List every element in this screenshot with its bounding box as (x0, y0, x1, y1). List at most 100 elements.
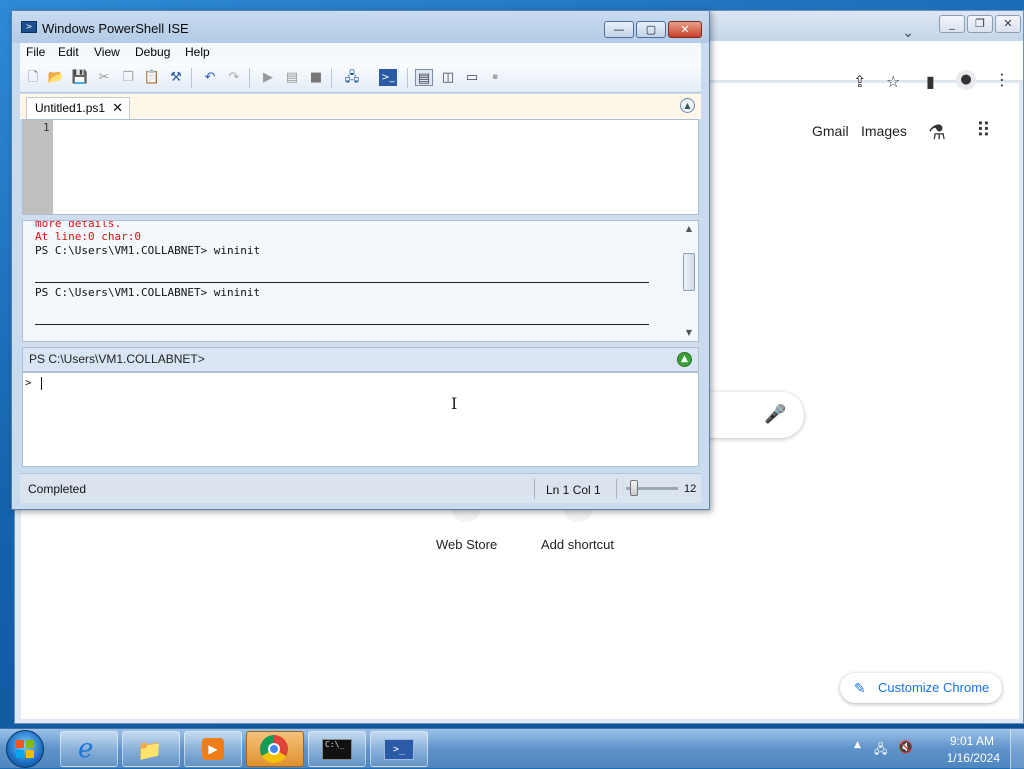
cursor-position: Ln 1 Col 1 (546, 483, 601, 497)
output-rule (35, 324, 649, 325)
taskbar-command-prompt[interactable]: C:\_ (308, 731, 366, 767)
powershell-ise-window[interactable]: > Windows PowerShell ISE — ▢ ✕ File Edit… (11, 10, 710, 510)
clock-time[interactable]: 9:01 AM (950, 734, 994, 748)
menu-view[interactable]: View (94, 45, 120, 59)
windows-logo-icon (16, 740, 34, 758)
arrow-up-icon[interactable]: ▲ (677, 352, 692, 367)
chevron-up-icon[interactable]: ▲ (680, 98, 695, 113)
taskbar-chrome[interactable] (246, 731, 304, 767)
toolbar-separator (249, 68, 250, 88)
clear-console-icon[interactable]: ⚒ (167, 69, 185, 86)
internet-explorer-icon: e (78, 734, 94, 764)
media-player-icon: ▶ (202, 738, 224, 760)
star-icon[interactable]: ☆ (886, 72, 900, 91)
shortcut-add-label[interactable]: Add shortcut (541, 537, 614, 552)
apps-grid-icon[interactable]: ⠿ (976, 118, 991, 142)
output-line: At line:0 char:0 (35, 230, 141, 243)
clock-date[interactable]: 1/16/2024 (947, 751, 1000, 765)
tray-expand-icon[interactable]: ▲ (854, 740, 861, 750)
taskbar-internet-explorer[interactable]: e (60, 731, 118, 767)
layout-max-icon[interactable]: ▭ (463, 69, 481, 86)
tab-untitled1[interactable]: Untitled1.ps1 ✕ (26, 97, 130, 119)
profile-icon[interactable]: ● (956, 70, 976, 90)
status-text: Completed (28, 482, 87, 496)
powershell-console-icon[interactable]: >_ (379, 69, 397, 86)
start-button[interactable] (6, 730, 44, 768)
chrome-icon (260, 735, 288, 763)
share-icon[interactable]: ⇪ (853, 72, 866, 91)
taskbar-file-explorer[interactable]: 📁 (122, 731, 180, 767)
script-tab-bar: Untitled1.ps1 ✕ ▲ (20, 94, 701, 119)
images-link[interactable]: Images (861, 123, 907, 139)
menu-help[interactable]: Help (185, 45, 210, 59)
close-button[interactable]: ✕ (668, 21, 702, 38)
script-editor[interactable]: 1 (22, 119, 699, 215)
window-title: Windows PowerShell ISE (42, 21, 189, 36)
taskbar-media-player[interactable]: ▶ (184, 731, 242, 767)
run-script-icon[interactable]: ▶ (259, 69, 277, 86)
layout-right-icon[interactable]: ◫ (439, 69, 457, 86)
chrome-restore-button[interactable]: ❐ (967, 15, 993, 33)
menu-edit[interactable]: Edit (58, 45, 79, 59)
scroll-thumb[interactable] (683, 253, 695, 291)
output-pane[interactable]: more details. At line:0 char:0 PS C:\Use… (22, 220, 699, 342)
save-icon[interactable]: 💾 (71, 69, 89, 86)
taskbar: e 📁 ▶ C:\_ >_ ▲ 🖧 🔇 9:01 AM 1/16/2024 (0, 728, 1024, 769)
ise-titlebar[interactable]: > Windows PowerShell ISE — ▢ ✕ (12, 11, 709, 43)
powershell-icon: > (21, 21, 37, 33)
microphone-icon[interactable]: 🎤 (764, 404, 786, 425)
ibeam-cursor-icon: I (451, 394, 458, 413)
run-selection-icon[interactable]: ▤ (283, 69, 301, 86)
status-separator (616, 479, 617, 499)
remote-powershell-icon[interactable]: 🖧 (343, 69, 361, 86)
menu-debug[interactable]: Debug (135, 45, 170, 59)
layout-top-icon[interactable]: ▤ (415, 69, 433, 86)
chevron-down-icon[interactable]: ⌄ (902, 25, 914, 41)
show-desktop-button[interactable] (1010, 729, 1024, 769)
status-separator (534, 479, 535, 499)
chrome-minimize-button[interactable]: _ (939, 15, 965, 33)
status-bar: Completed Ln 1 Col 1 12 (20, 473, 701, 503)
cut-icon[interactable]: ✂ (95, 69, 113, 86)
chrome-close-button[interactable]: ✕ (995, 15, 1021, 33)
redo-icon[interactable]: ↷ (225, 69, 243, 86)
minimize-button[interactable]: — (604, 21, 634, 38)
undo-icon[interactable]: ↶ (201, 69, 219, 86)
maximize-button[interactable]: ▢ (636, 21, 666, 38)
output-line: PS C:\Users\VM1.COLLABNET> wininit (35, 244, 261, 257)
prompt-text: PS C:\Users\VM1.COLLABNET> (29, 352, 205, 366)
commands-icon[interactable]: ▪ (486, 69, 504, 86)
menu-bar: File Edit View Debug Help (20, 43, 701, 63)
kebab-menu-icon[interactable]: ⋮ (994, 70, 1010, 89)
copy-icon[interactable]: ❐ (119, 69, 137, 86)
scroll-down-icon[interactable]: ▼ (682, 327, 696, 339)
network-icon[interactable]: 🖧 (874, 740, 887, 761)
shortcut-web-store-label[interactable]: Web Store (436, 537, 497, 552)
toolbar-separator (191, 68, 192, 88)
customize-chrome-button[interactable]: ✎ Customize Chrome (840, 673, 1002, 703)
side-panel-icon[interactable]: ▮ (926, 72, 935, 91)
zoom-value: 12 (684, 483, 697, 495)
open-folder-icon[interactable]: 📂 (47, 69, 65, 86)
close-icon[interactable]: ✕ (112, 98, 123, 118)
paste-icon[interactable]: 📋 (143, 69, 161, 86)
console-input[interactable]: > I (22, 372, 699, 467)
tab-label: Untitled1.ps1 (35, 101, 106, 115)
pencil-icon: ✎ (854, 680, 866, 696)
output-scrollbar[interactable]: ▲ ▼ (682, 223, 696, 339)
stop-icon[interactable]: ■ (307, 69, 325, 86)
volume-muted-icon[interactable]: 🔇 (898, 740, 913, 754)
new-file-icon[interactable]: 🗋 (24, 69, 42, 86)
scroll-up-icon[interactable]: ▲ (682, 223, 696, 235)
output-line: more details. (35, 220, 122, 230)
gmail-link[interactable]: Gmail (812, 123, 849, 139)
taskbar-powershell[interactable]: >_ (370, 731, 428, 767)
toolbar-separator (331, 68, 332, 88)
powershell-icon: >_ (384, 739, 414, 760)
flask-icon[interactable]: ⚗ (928, 120, 946, 144)
text-cursor (41, 377, 42, 390)
zoom-slider-thumb[interactable] (630, 480, 638, 496)
output-rule (35, 282, 649, 283)
menu-file[interactable]: File (26, 45, 45, 59)
console-caret: > (25, 376, 32, 389)
